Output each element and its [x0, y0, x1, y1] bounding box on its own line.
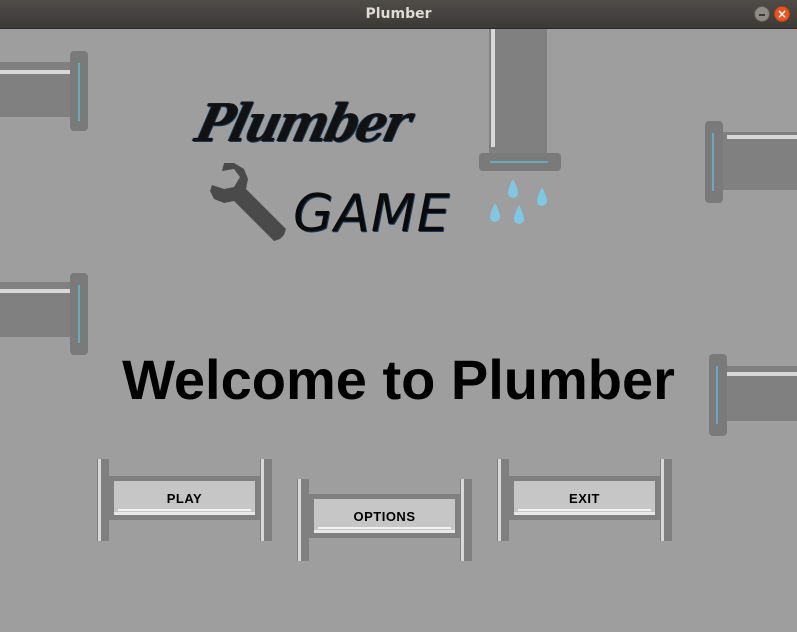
pipe-right-top [705, 121, 797, 203]
game-window: Plumber × Plumber GAME Welcome to Plumbe… [0, 0, 797, 632]
exit-button-label: EXIT [569, 490, 600, 506]
options-button-label: OPTIONS [353, 508, 416, 524]
water-drops [490, 179, 547, 224]
play-button-label: PLAY [166, 490, 203, 506]
title-bar[interactable]: Plumber × [0, 0, 797, 29]
play-left-flange [97, 459, 109, 541]
logo-plumber-text: Plumber [190, 93, 415, 154]
pipe-left-top [0, 51, 88, 131]
pipe-left-middle [0, 273, 88, 355]
wrench-icon [210, 163, 286, 241]
pipe-top-vertical [479, 29, 561, 171]
play-right-flange [260, 459, 272, 541]
play-button[interactable]: PLAY [109, 476, 260, 520]
close-button[interactable]: × [774, 6, 790, 22]
game-canvas: Plumber GAME Welcome to Plumber PLAY OPT… [0, 29, 797, 632]
options-left-flange [297, 479, 309, 561]
logo-game-text: GAME [293, 184, 451, 244]
welcome-heading: Welcome to Plumber [122, 348, 675, 411]
options-button[interactable]: OPTIONS [309, 494, 460, 538]
minimize-button[interactable] [754, 6, 770, 22]
exit-button[interactable]: EXIT [509, 476, 660, 520]
options-right-flange [460, 479, 472, 561]
exit-right-flange [660, 459, 672, 541]
window-title: Plumber [365, 6, 432, 22]
exit-left-flange [497, 459, 509, 541]
